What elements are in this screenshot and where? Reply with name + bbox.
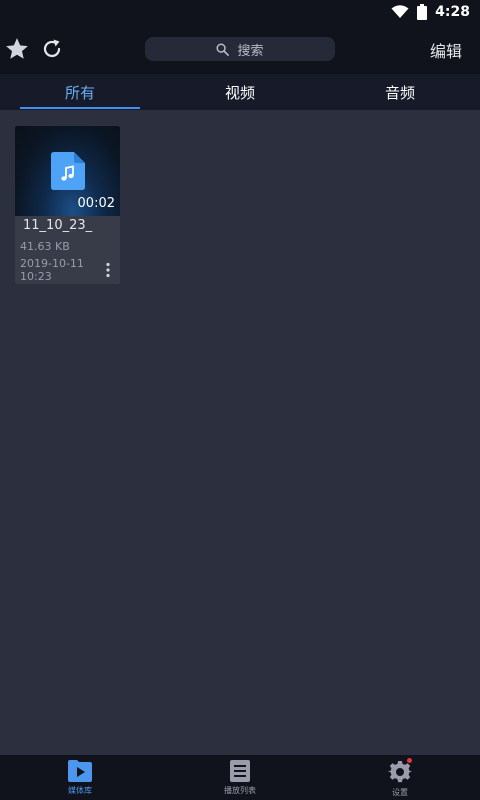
nav-settings[interactable]: 设置 (350, 755, 450, 800)
tab-all[interactable]: 所有 (20, 74, 140, 110)
battery-icon (417, 4, 428, 20)
media-date-day: 2019-10-11 (20, 257, 84, 270)
media-date-time: 10:23 (20, 270, 52, 283)
media-duration: 00:02 (77, 196, 115, 211)
nav-playlist[interactable]: 播放列表 (190, 755, 290, 800)
search-placeholder: 搜索 (237, 43, 264, 59)
nav-settings-label: 设置 (392, 788, 408, 797)
settings-icon (388, 760, 412, 783)
top-app-bar: 搜索 编辑 (0, 24, 480, 74)
settings-badge-dot (407, 758, 412, 763)
tab-video[interactable]: 视频 (180, 74, 300, 110)
bottom-navigation: 媒体库 播放列表 设置 (0, 755, 480, 800)
active-tab-indicator (20, 107, 140, 109)
nav-media-library-label: 媒体库 (68, 786, 92, 795)
nav-playlist-label: 播放列表 (224, 786, 256, 795)
music-file-icon (51, 152, 85, 190)
media-item-card[interactable]: 00:02 11_10_23_ 41.63 KB 2019-10-11 10:2… (15, 126, 120, 284)
tab-bar: 所有 视频 音频 (0, 74, 480, 110)
media-thumbnail[interactable]: 00:02 (15, 126, 120, 216)
edit-button[interactable]: 编辑 (430, 38, 462, 62)
wifi-icon (391, 5, 409, 18)
playlist-icon (230, 760, 250, 782)
status-bar: 4:28 (0, 0, 480, 24)
media-date: 2019-10-11 10:23 (20, 257, 100, 283)
media-name: 11_10_23_ (23, 218, 93, 233)
tab-audio[interactable]: 音频 (340, 74, 460, 110)
nav-media-library[interactable]: 媒体库 (30, 755, 130, 800)
more-options-icon[interactable] (104, 262, 112, 278)
refresh-icon[interactable] (40, 37, 64, 61)
search-input[interactable]: 搜索 (145, 37, 335, 61)
search-icon (216, 42, 230, 56)
media-size: 41.63 KB (20, 240, 70, 253)
star-icon[interactable] (4, 36, 30, 62)
status-time: 4:28 (435, 4, 470, 20)
media-library-icon (68, 760, 92, 782)
